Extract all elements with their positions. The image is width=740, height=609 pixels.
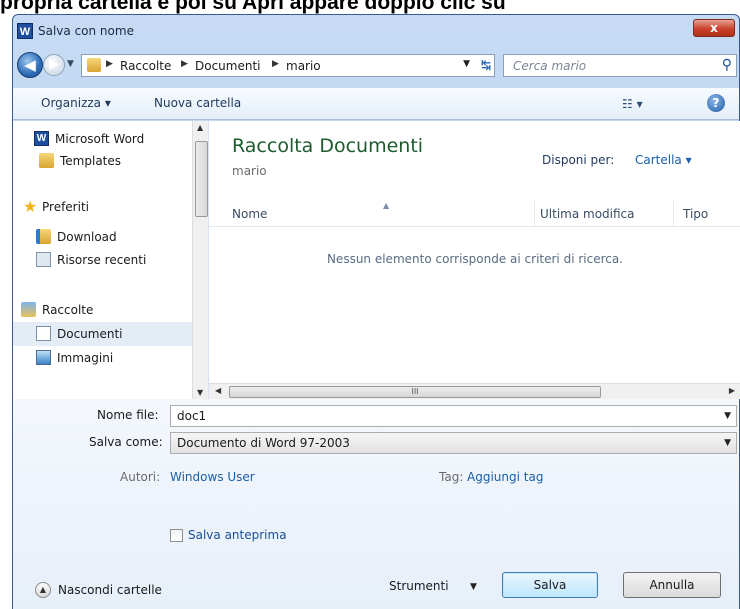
breadcrumb-documenti[interactable]: Documenti	[195, 59, 261, 73]
tools-menu[interactable]: Strumenti	[389, 579, 449, 593]
view-options-icon[interactable]: ☷ ▾	[622, 97, 643, 111]
sidebar-scrollbar[interactable]: ▲ ▼	[192, 121, 208, 399]
chevron-down-icon[interactable]: ▼	[470, 582, 477, 592]
chevron-right-icon[interactable]: ▶	[272, 59, 279, 69]
chevron-right-icon[interactable]: ▶	[106, 59, 113, 69]
navigation-pane: W Microsoft Word Templates ★ Preferiti D…	[13, 121, 209, 399]
save-button[interactable]: Salva	[502, 572, 598, 598]
sidebar-item-download[interactable]: Download	[13, 225, 193, 249]
save-as-dialog: W Salva con nome x ◀ ▶ ▼ ▶ Raccolte ▶ Do…	[12, 14, 740, 609]
sidebar-item-label: Documenti	[57, 327, 123, 341]
sidebar-item-label: Raccolte	[42, 303, 94, 317]
navigation-row: ◀ ▶ ▼ ▶ Raccolte ▶ Documenti ▶ mario ▼ ↹…	[13, 49, 739, 83]
filename-label: Nome file:	[97, 408, 159, 422]
scroll-left-icon[interactable]: ◀	[215, 386, 221, 395]
recent-pages-dropdown-icon[interactable]: ▼	[67, 59, 74, 69]
back-button[interactable]: ◀	[17, 52, 43, 78]
background-caption: propria cartella e poi su Apri appare do…	[0, 0, 740, 14]
column-header-modified[interactable]: Ultima modifica	[540, 207, 635, 221]
help-icon[interactable]: ?	[707, 94, 725, 112]
address-history-dropdown-icon[interactable]: ▼	[463, 59, 470, 69]
chevron-right-icon[interactable]: ▶	[181, 59, 188, 69]
word-app-icon: W	[17, 23, 33, 39]
sidebar-item-label: Microsoft Word	[55, 132, 145, 146]
authors-field[interactable]: Windows User	[170, 470, 255, 484]
arrange-by-dropdown[interactable]: Cartella ▾	[635, 153, 692, 167]
sidebar-item-label: Immagini	[57, 351, 114, 365]
star-icon: ★	[23, 197, 38, 216]
libraries-icon	[21, 302, 36, 317]
sort-ascending-icon: ▲	[383, 201, 390, 210]
sidebar-item-label: Templates	[60, 154, 122, 168]
chevron-down-icon[interactable]: ▼	[724, 411, 731, 421]
library-subtitle: mario	[232, 164, 267, 178]
tags-label: Tag:	[439, 470, 464, 484]
authors-label: Autori:	[120, 470, 161, 484]
breadcrumb-raccolte[interactable]: Raccolte	[120, 59, 171, 73]
forward-button[interactable]: ▶	[43, 54, 65, 76]
file-list-pane: Raccolta Documenti mario Disponi per: Ca…	[209, 121, 740, 383]
column-header-name[interactable]: Nome	[232, 207, 267, 221]
command-bar: Organizza ▾ Nuova cartella ☷ ▾ ?	[13, 87, 739, 120]
search-placeholder: Cerca mario	[513, 59, 587, 73]
sidebar-item-risorse-recenti[interactable]: Risorse recenti	[13, 248, 193, 272]
scroll-thumb[interactable]: III	[229, 386, 601, 398]
scroll-thumb[interactable]	[195, 141, 208, 217]
library-title: Raccolta Documenti	[232, 135, 424, 157]
arrange-by-label: Disponi per:	[542, 153, 615, 167]
scroll-right-icon[interactable]: ▶	[729, 386, 735, 395]
breadcrumb-mario[interactable]: mario	[286, 59, 321, 73]
column-header-row: Nome Ultima modifica Tipo	[209, 201, 740, 227]
column-header-type[interactable]: Tipo	[683, 207, 708, 221]
hide-folders-button[interactable]: Nascondi cartelle	[58, 583, 162, 597]
sidebar-item-documenti[interactable]: Documenti	[13, 322, 193, 346]
scroll-up-icon[interactable]: ▲	[197, 123, 203, 132]
cancel-button[interactable]: Annulla	[623, 572, 721, 598]
column-divider[interactable]	[534, 201, 535, 227]
empty-results-message: Nessun elemento corrisponde ai criteri d…	[326, 252, 624, 266]
folder-icon	[39, 153, 54, 168]
recent-places-icon	[36, 252, 51, 267]
sidebar-item-label: Download	[57, 230, 117, 244]
sidebar-item-label: Preferiti	[42, 200, 89, 214]
close-button[interactable]: x	[693, 19, 735, 37]
column-divider[interactable]	[673, 201, 674, 227]
sidebar-item-label: Risorse recenti	[57, 253, 147, 267]
organize-menu[interactable]: Organizza ▾	[41, 96, 111, 110]
documents-icon	[36, 326, 51, 341]
folder-icon	[87, 58, 101, 72]
save-thumbnail-checkbox[interactable]	[170, 529, 183, 542]
filename-value: doc1	[177, 409, 207, 423]
sidebar-item-raccolte[interactable]: Raccolte	[13, 298, 193, 322]
horizontal-scrollbar[interactable]: ◀ III ▶	[209, 383, 740, 399]
filename-field[interactable]: doc1 ▼	[170, 405, 737, 427]
save-form: Nome file: doc1 ▼ Salva come: Documento …	[13, 399, 739, 609]
pictures-icon	[36, 350, 51, 365]
sidebar-item-templates[interactable]: Templates	[13, 149, 193, 173]
savetype-label: Salva come:	[89, 435, 163, 449]
tags-field[interactable]: Aggiungi tag	[467, 470, 543, 484]
search-icon[interactable]: ⚲	[722, 57, 732, 73]
sidebar-item-preferiti[interactable]: ★ Preferiti	[13, 195, 193, 219]
sidebar-item-immagini[interactable]: Immagini	[13, 346, 193, 370]
search-input[interactable]: Cerca mario ⚲	[503, 54, 737, 77]
address-bar[interactable]: ▶ Raccolte ▶ Documenti ▶ mario ▼ ↹	[81, 54, 495, 77]
refresh-icon[interactable]: ↹	[481, 58, 491, 72]
title-bar: W Salva con nome x	[13, 15, 739, 49]
download-folder-icon	[36, 229, 51, 244]
scroll-down-icon[interactable]: ▼	[197, 388, 203, 397]
word-icon: W	[34, 131, 49, 146]
savetype-select[interactable]: Documento di Word 97-2003 ▼	[170, 432, 737, 454]
savetype-value: Documento di Word 97-2003	[177, 436, 350, 450]
sidebar-item-microsoft-word[interactable]: W Microsoft Word	[13, 127, 193, 151]
chevron-down-icon[interactable]: ▼	[724, 438, 731, 448]
window-title: Salva con nome	[38, 24, 134, 38]
save-thumbnail-label[interactable]: Salva anteprima	[188, 528, 287, 542]
new-folder-button[interactable]: Nuova cartella	[154, 96, 241, 110]
collapse-folders-icon[interactable]: ▲	[35, 582, 51, 598]
